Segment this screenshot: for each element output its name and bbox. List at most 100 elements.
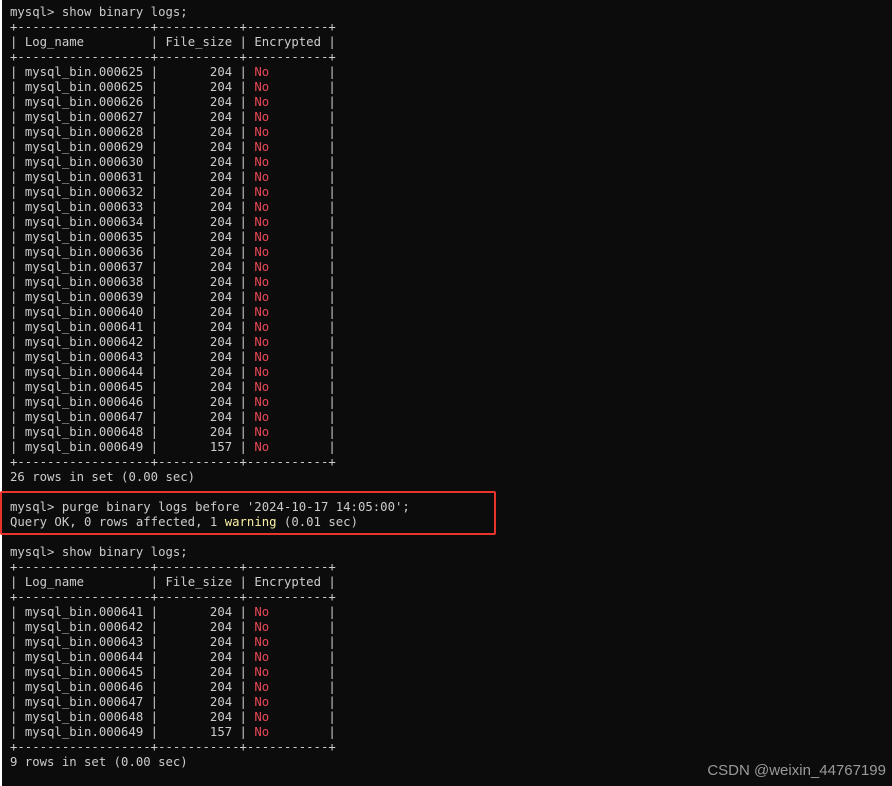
cell-log-name: mysql_bin.000638 bbox=[24, 275, 144, 289]
cell-file-size: 204 bbox=[209, 170, 233, 184]
cell-log-name: mysql_bin.000648 bbox=[24, 710, 144, 724]
cell-encrypted: No bbox=[254, 155, 270, 169]
cell-encrypted: No bbox=[254, 650, 270, 664]
column-header-file-size: File_size bbox=[165, 35, 233, 49]
cell-encrypted: No bbox=[254, 605, 270, 619]
table-row: | mysql_bin.000645 | 204 | No | bbox=[10, 380, 336, 394]
cell-log-name: mysql_bin.000629 bbox=[24, 140, 144, 154]
cell-file-size: 204 bbox=[209, 335, 233, 349]
cell-log-name: mysql_bin.000649 bbox=[24, 725, 144, 739]
terminal-window[interactable]: mysql> show binary logs; +---------------… bbox=[2, 0, 892, 786]
cell-encrypted: No bbox=[254, 635, 270, 649]
table-row: | mysql_bin.000633 | 204 | No | bbox=[10, 200, 336, 214]
table-row: | mysql_bin.000647 | 204 | No | bbox=[10, 410, 336, 424]
table-row: | mysql_bin.000640 | 204 | No | bbox=[10, 305, 336, 319]
cell-log-name: mysql_bin.000647 bbox=[24, 410, 144, 424]
cell-log-name: mysql_bin.000631 bbox=[24, 170, 144, 184]
output-line: 9 rows in set (0.00 sec) bbox=[10, 755, 188, 769]
table-row: | mysql_bin.000642 | 204 | No | bbox=[10, 620, 336, 634]
cell-file-size: 204 bbox=[209, 605, 233, 619]
cell-encrypted: No bbox=[254, 710, 270, 724]
table-row: | mysql_bin.000646 | 204 | No | bbox=[10, 395, 336, 409]
cell-encrypted: No bbox=[254, 425, 270, 439]
table-border: +------------------+-----------+--------… bbox=[10, 560, 336, 574]
cell-file-size: 157 bbox=[209, 725, 233, 739]
cell-encrypted: No bbox=[254, 350, 270, 364]
cell-encrypted: No bbox=[254, 230, 270, 244]
table-row: | mysql_bin.000629 | 204 | No | bbox=[10, 140, 336, 154]
cell-log-name: mysql_bin.000637 bbox=[24, 260, 144, 274]
cell-encrypted: No bbox=[254, 380, 270, 394]
command-line: mysql> show binary logs; bbox=[10, 5, 188, 19]
table-border: +------------------+-----------+--------… bbox=[10, 740, 336, 754]
table-row: | mysql_bin.000625 | 204 | No | bbox=[10, 80, 336, 94]
cell-file-size: 204 bbox=[209, 215, 233, 229]
cell-encrypted: No bbox=[254, 320, 270, 334]
table-header: | Log_name | File_size | Encrypted | bbox=[10, 575, 336, 589]
cell-file-size: 204 bbox=[209, 185, 233, 199]
table-row: | mysql_bin.000626 | 204 | No | bbox=[10, 95, 336, 109]
table-header: | Log_name | File_size | Encrypted | bbox=[10, 35, 336, 49]
cell-log-name: mysql_bin.000643 bbox=[24, 635, 144, 649]
cell-encrypted: No bbox=[254, 215, 270, 229]
cell-encrypted: No bbox=[254, 680, 270, 694]
cell-log-name: mysql_bin.000625 bbox=[24, 80, 144, 94]
cell-encrypted: No bbox=[254, 410, 270, 424]
table-row: | mysql_bin.000628 | 204 | No | bbox=[10, 125, 336, 139]
cell-log-name: mysql_bin.000644 bbox=[24, 650, 144, 664]
cell-log-name: mysql_bin.000641 bbox=[24, 605, 144, 619]
cell-file-size: 204 bbox=[209, 710, 233, 724]
cell-log-name: mysql_bin.000641 bbox=[24, 320, 144, 334]
cell-file-size: 204 bbox=[209, 395, 233, 409]
cell-log-name: mysql_bin.000647 bbox=[24, 695, 144, 709]
cell-file-size: 204 bbox=[209, 350, 233, 364]
cell-encrypted: No bbox=[254, 80, 270, 94]
cell-file-size: 204 bbox=[209, 650, 233, 664]
table-border: +------------------+-----------+--------… bbox=[10, 20, 336, 34]
cell-log-name: mysql_bin.000646 bbox=[24, 680, 144, 694]
cell-encrypted: No bbox=[254, 275, 270, 289]
cell-file-size: 204 bbox=[209, 260, 233, 274]
cell-file-size: 204 bbox=[209, 200, 233, 214]
query-result-time: (0.01 sec) bbox=[276, 515, 358, 529]
column-header-log-name: Log_name bbox=[24, 575, 85, 589]
cell-file-size: 204 bbox=[209, 290, 233, 304]
table-row: | mysql_bin.000643 | 204 | No | bbox=[10, 635, 336, 649]
cell-log-name: mysql_bin.000626 bbox=[24, 95, 144, 109]
cell-encrypted: No bbox=[254, 245, 270, 259]
command-line: mysql> purge binary logs before '2024-10… bbox=[10, 500, 410, 514]
watermark: CSDN @weixin_44767199 bbox=[707, 762, 886, 779]
cell-encrypted: No bbox=[254, 290, 270, 304]
cell-encrypted: No bbox=[254, 365, 270, 379]
cell-log-name: mysql_bin.000634 bbox=[24, 215, 144, 229]
cell-log-name: mysql_bin.000628 bbox=[24, 125, 144, 139]
column-header-file-size: File_size bbox=[165, 575, 233, 589]
table-row: | mysql_bin.000649 | 157 | No | bbox=[10, 440, 336, 454]
table-row: | mysql_bin.000630 | 204 | No | bbox=[10, 155, 336, 169]
cell-file-size: 204 bbox=[209, 275, 233, 289]
table-row: | mysql_bin.000643 | 204 | No | bbox=[10, 350, 336, 364]
cell-encrypted: No bbox=[254, 260, 270, 274]
table-border: +------------------+-----------+--------… bbox=[10, 590, 336, 604]
cell-file-size: 204 bbox=[209, 95, 233, 109]
table-row: | mysql_bin.000646 | 204 | No | bbox=[10, 680, 336, 694]
table-border: +------------------+-----------+--------… bbox=[10, 50, 336, 64]
cell-file-size: 204 bbox=[209, 665, 233, 679]
cell-encrypted: No bbox=[254, 395, 270, 409]
cell-file-size: 204 bbox=[209, 65, 233, 79]
cell-log-name: mysql_bin.000630 bbox=[24, 155, 144, 169]
table-row: | mysql_bin.000649 | 157 | No | bbox=[10, 725, 336, 739]
table-row: | mysql_bin.000631 | 204 | No | bbox=[10, 170, 336, 184]
cell-encrypted: No bbox=[254, 200, 270, 214]
table-row: | mysql_bin.000637 | 204 | No | bbox=[10, 260, 336, 274]
cell-encrypted: No bbox=[254, 170, 270, 184]
table-row: | mysql_bin.000636 | 204 | No | bbox=[10, 245, 336, 259]
cell-encrypted: No bbox=[254, 95, 270, 109]
cell-log-name: mysql_bin.000627 bbox=[24, 110, 144, 124]
cell-file-size: 204 bbox=[209, 680, 233, 694]
table-border: +------------------+-----------+--------… bbox=[10, 455, 336, 469]
cell-encrypted: No bbox=[254, 140, 270, 154]
cell-log-name: mysql_bin.000640 bbox=[24, 305, 144, 319]
cell-log-name: mysql_bin.000645 bbox=[24, 665, 144, 679]
